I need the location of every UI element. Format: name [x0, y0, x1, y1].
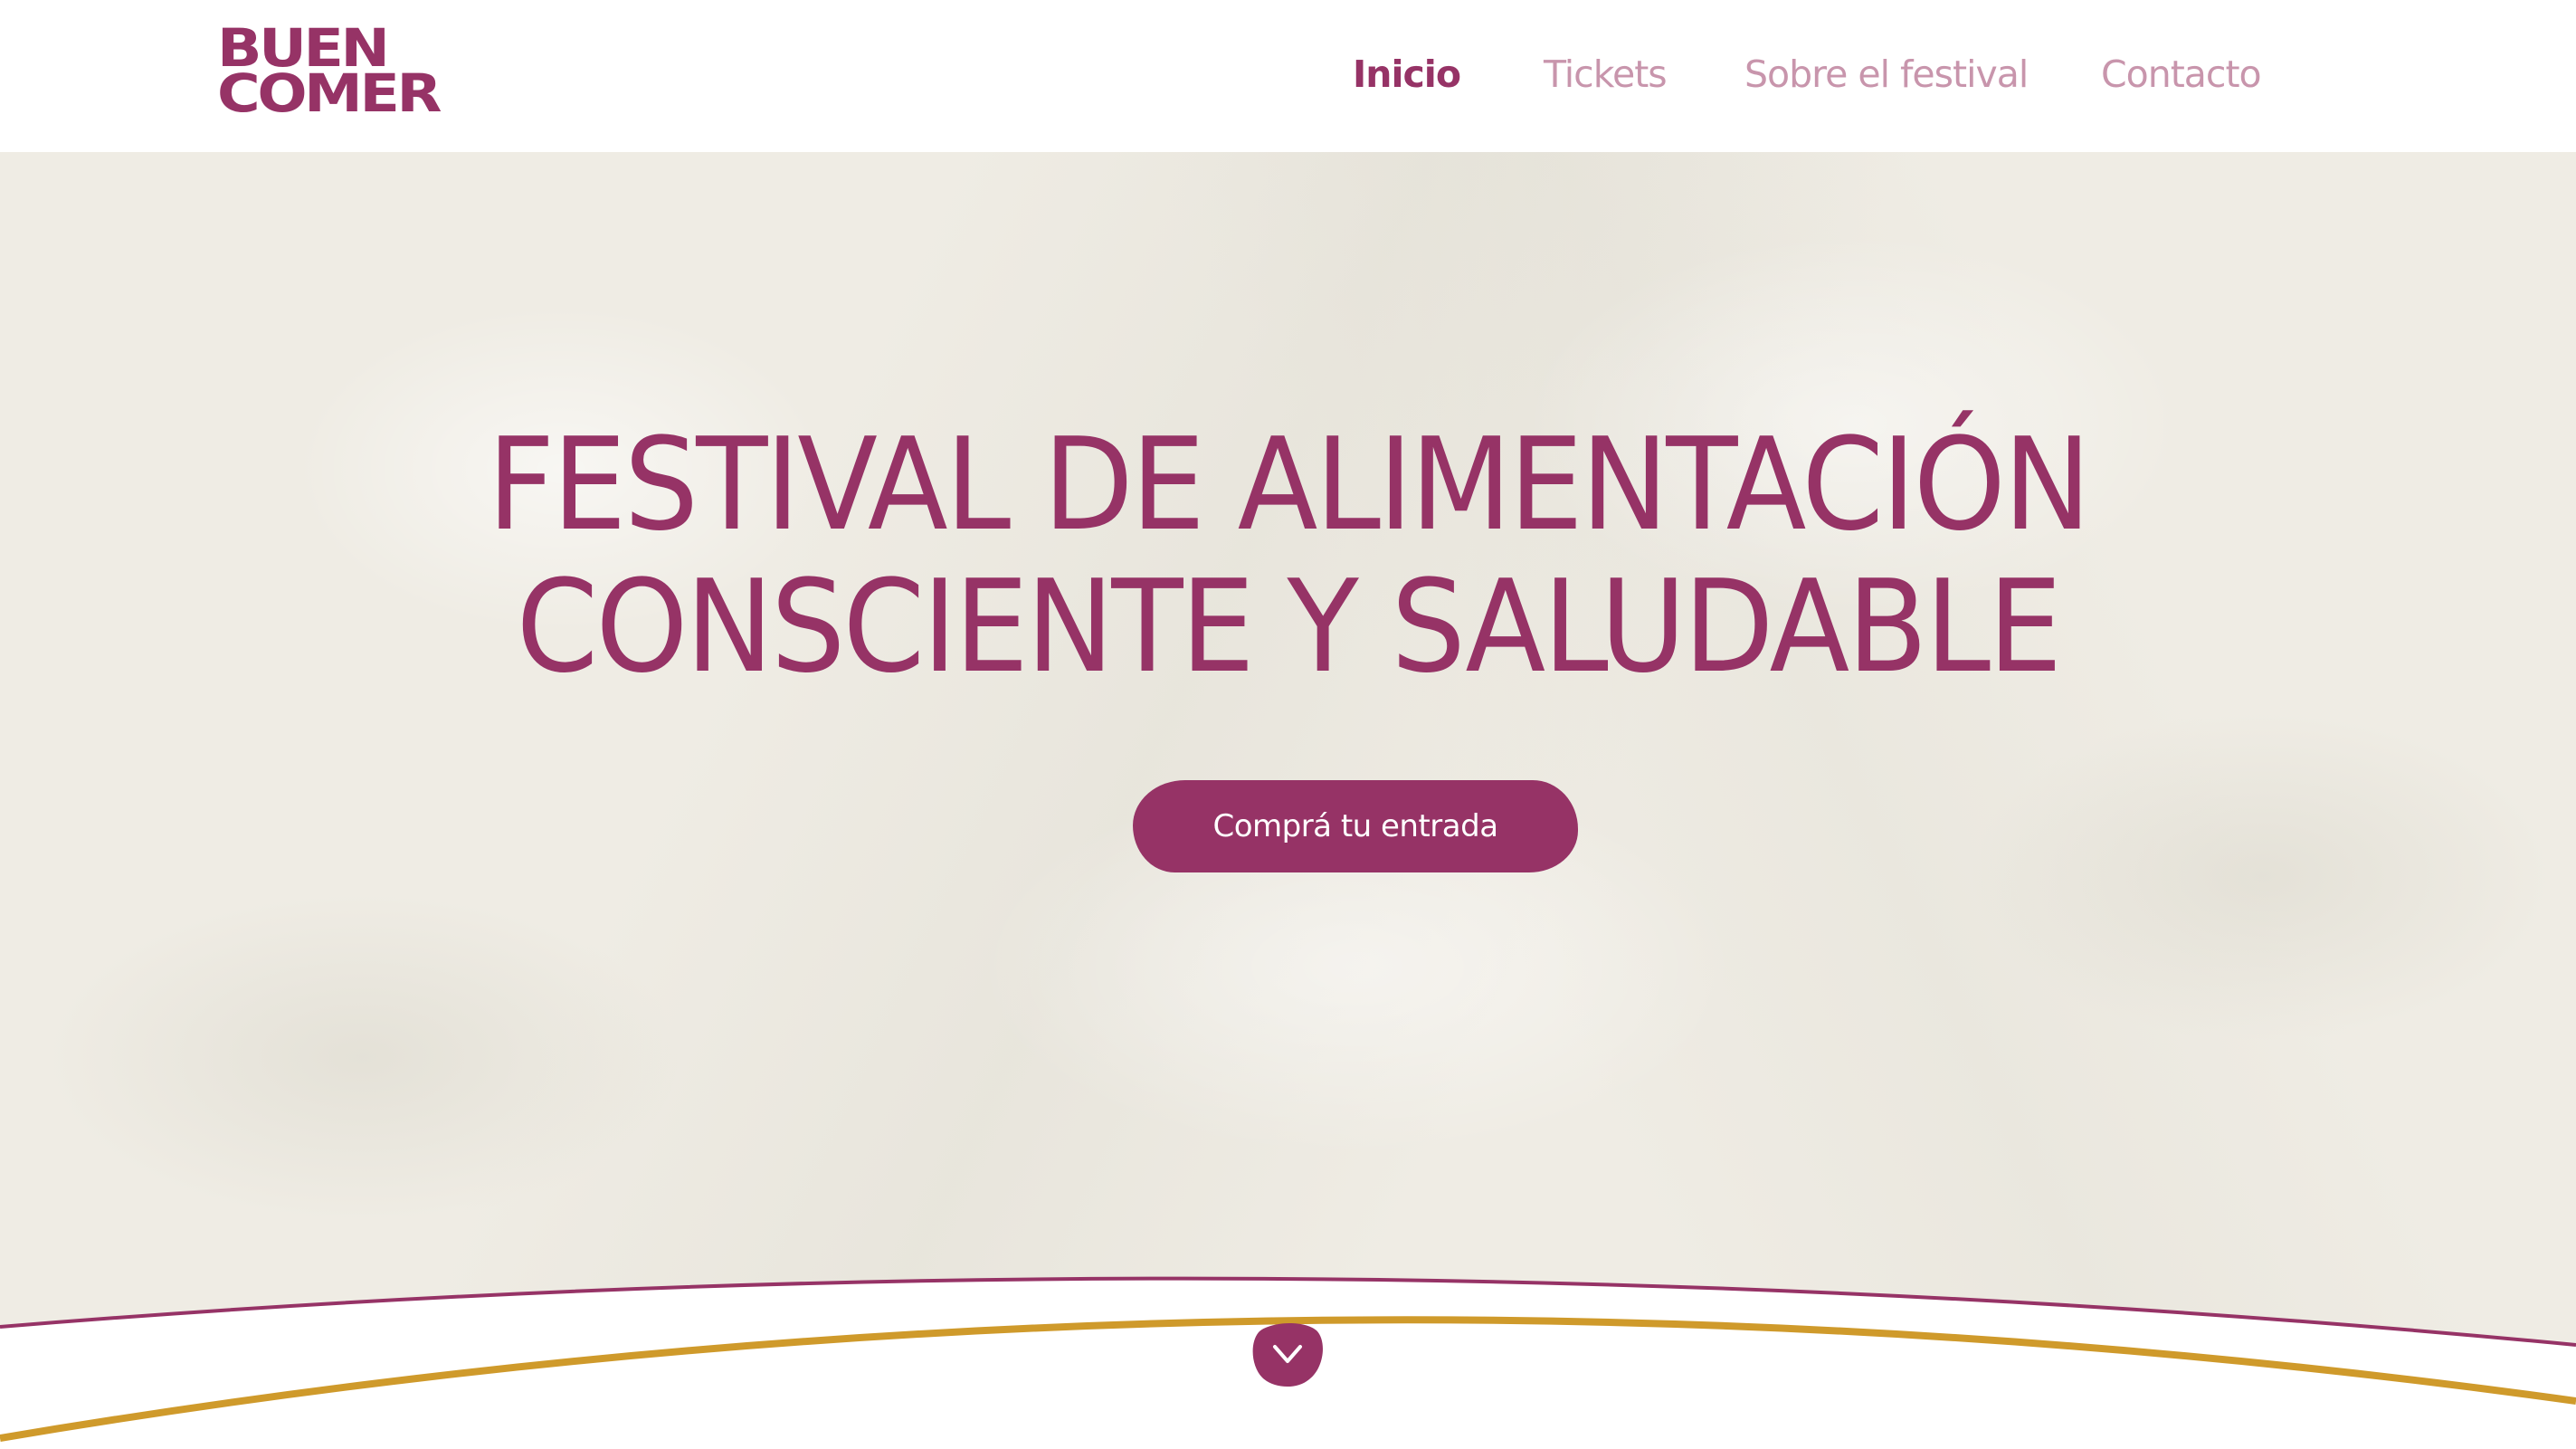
site-header: BUEN COMER Inicio Tickets Sobre el festi… — [0, 0, 2576, 152]
nav-item-inicio[interactable]: Inicio — [1353, 47, 1461, 101]
nav-item-sobre-el-festival[interactable]: Sobre el festival — [1744, 47, 2029, 101]
main-nav: Inicio Tickets Sobre el festival Contact… — [0, 47, 2576, 101]
nav-item-contacto[interactable]: Contacto — [2101, 47, 2262, 101]
hero-title: FESTIVAL DE ALIMENTACIÓN CONSCIENTE Y SA… — [103, 415, 2473, 699]
buy-ticket-button[interactable]: Comprá tu entrada — [1133, 780, 1578, 872]
landing-page: BUEN COMER Inicio Tickets Sobre el festi… — [0, 0, 2576, 1449]
hero-title-line-1: FESTIVAL DE ALIMENTACIÓN — [487, 411, 2091, 559]
scroll-down-button[interactable] — [1250, 1320, 1326, 1388]
nav-item-tickets[interactable]: Tickets — [1544, 47, 1668, 101]
hero-title-line-2: CONSCIENTE Y SALUDABLE — [516, 553, 2063, 701]
